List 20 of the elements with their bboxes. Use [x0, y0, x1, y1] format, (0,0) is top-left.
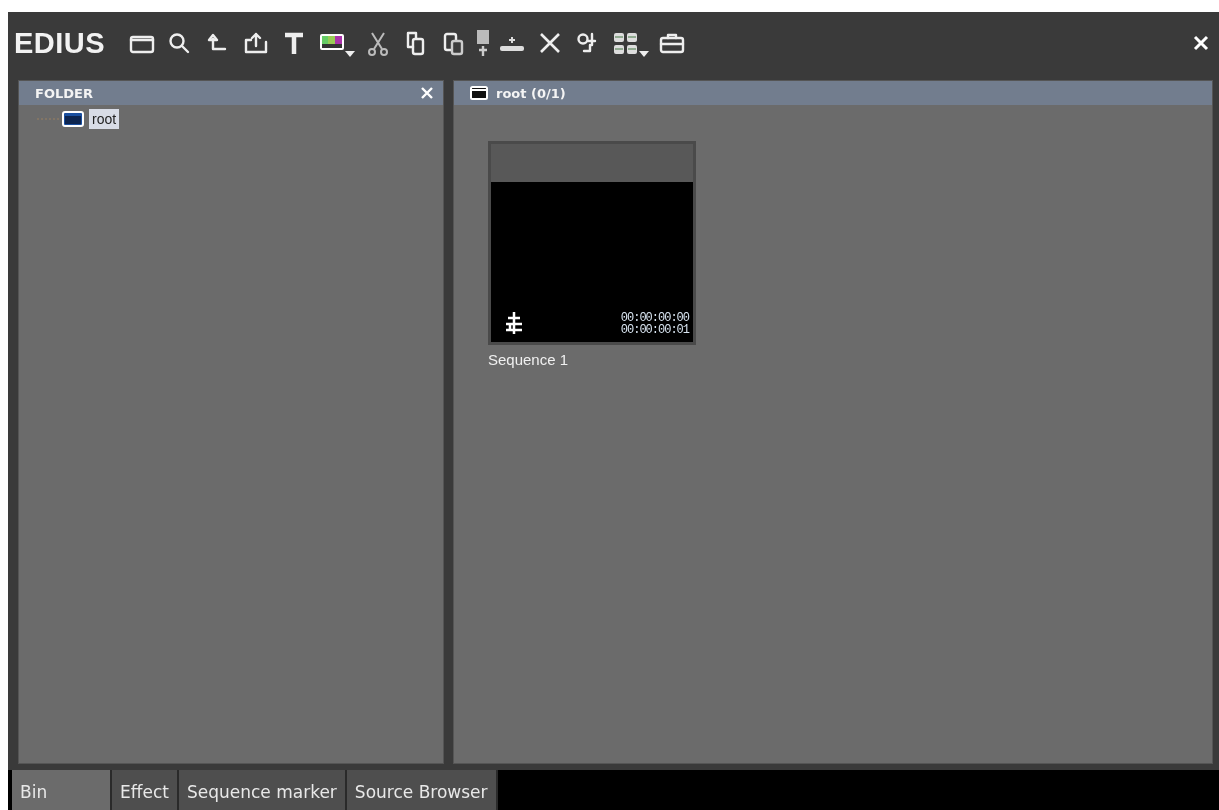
- app-logo: EDIUS: [14, 26, 106, 60]
- clip-name: Sequence 1: [488, 351, 570, 368]
- panel-title: FOLDER: [35, 85, 93, 101]
- close-icon: [421, 87, 433, 99]
- tab[interactable]: Source Browser: [346, 770, 498, 810]
- clip-thumbnail[interactable]: 00:00:00:00 00:00:00:01: [488, 141, 696, 345]
- close-icon: [1193, 35, 1209, 51]
- tree-item[interactable]: root: [89, 109, 120, 129]
- timecode: 00:00:00:00: [620, 312, 689, 324]
- marker-icon: [477, 30, 490, 56]
- tab[interactable]: Effect: [112, 770, 179, 810]
- folder-icon: [470, 86, 488, 100]
- toolbar-button[interactable]: [477, 30, 490, 56]
- tab[interactable]: Bin: [12, 770, 112, 810]
- folder-icon: [62, 110, 84, 128]
- close-button[interactable]: [1193, 35, 1209, 51]
- timecode: 00:00:00:01: [620, 324, 689, 336]
- tab[interactable]: Sequence marker: [178, 770, 347, 810]
- panel-title: root (0/1): [496, 85, 566, 101]
- sequence-icon: [503, 310, 525, 336]
